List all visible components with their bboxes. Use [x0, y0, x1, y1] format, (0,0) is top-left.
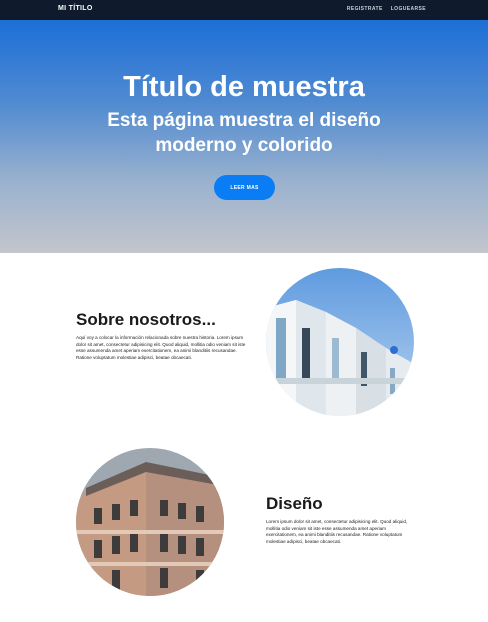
buildings-illustration — [266, 268, 414, 416]
nav-link-register[interactable]: REGISTRATE — [347, 6, 383, 12]
nav-link-login[interactable]: LOGUEARSE — [391, 6, 426, 12]
hero-section: Título de muestra Esta página muestra el… — [0, 20, 488, 253]
about-title: Sobre nosotros... — [76, 310, 216, 329]
design-title: Diseño — [266, 494, 323, 513]
hero-title: Título de muestra — [123, 71, 365, 103]
nav-links: REGISTRATE LOGUEARSE — [347, 6, 426, 12]
top-navbar: MI TÍTILO REGISTRATE LOGUEARSE — [0, 0, 488, 20]
design-text: Lorem ipsum dolor sit amet, consectetur … — [266, 519, 408, 544]
brand-logo-text[interactable]: MI TÍTILO — [58, 5, 93, 12]
hero-subtitle: Esta página muestra el diseño moderno y … — [107, 110, 381, 156]
buildings-image — [266, 268, 414, 416]
building-facade-image — [76, 448, 224, 596]
about-text: Aquí voy a colocar la información relaci… — [76, 335, 246, 360]
facade-illustration — [76, 448, 224, 596]
read-more-button[interactable]: LEER MAS — [214, 175, 275, 200]
